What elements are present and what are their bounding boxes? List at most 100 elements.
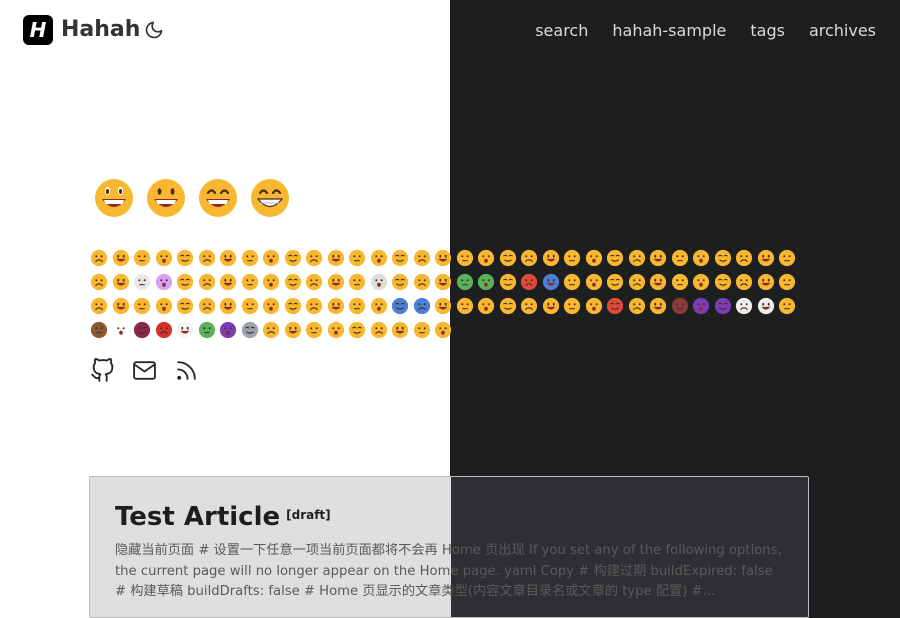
rss-icon[interactable] bbox=[174, 358, 199, 383]
emoji-icon bbox=[778, 249, 796, 267]
emoji-icon bbox=[241, 273, 258, 291]
emoji-icon bbox=[305, 249, 323, 267]
emoji-icon bbox=[735, 249, 753, 267]
nav-hahah-sample[interactable]: hahah-sample bbox=[612, 20, 726, 42]
post-title[interactable]: Test Article [draft] bbox=[115, 501, 331, 533]
emoji-icon bbox=[327, 273, 344, 291]
emoji-icon bbox=[628, 297, 645, 315]
emoji-icon bbox=[391, 321, 409, 339]
emoji-icon bbox=[370, 321, 387, 339]
emoji-icon bbox=[434, 249, 452, 267]
grinning-face-icon bbox=[147, 179, 185, 217]
emoji-icon bbox=[649, 249, 667, 267]
github-icon[interactable] bbox=[90, 358, 115, 383]
emoji-icon bbox=[133, 273, 151, 291]
nav-search[interactable]: search bbox=[535, 20, 588, 42]
emoji-icon bbox=[649, 273, 667, 291]
emoji-icon bbox=[133, 249, 151, 267]
emoji-icon bbox=[155, 273, 172, 291]
emoji-icon bbox=[757, 273, 774, 291]
emoji-icon bbox=[305, 273, 323, 291]
post-title-text: Test Article bbox=[115, 502, 281, 532]
emoji-icon bbox=[370, 273, 387, 291]
emoji-icon bbox=[155, 249, 172, 267]
emoji-icon bbox=[284, 273, 301, 291]
emoji-icon bbox=[348, 273, 366, 291]
emoji-icon bbox=[628, 273, 645, 291]
emoji-row bbox=[90, 249, 796, 268]
emoji-icon bbox=[456, 273, 473, 291]
main-nav: search hahah-sample tags archives bbox=[535, 20, 876, 42]
site-logo[interactable]: H bbox=[23, 15, 53, 45]
emoji-icon bbox=[262, 249, 280, 267]
emoji-icon bbox=[112, 249, 129, 267]
draft-badge: [draft] bbox=[286, 508, 331, 522]
emoji-icon bbox=[219, 297, 237, 315]
emoji-icon bbox=[176, 297, 194, 315]
emoji-icon bbox=[176, 321, 194, 339]
emoji-icon bbox=[671, 249, 688, 267]
post-excerpt: 隐藏当前页面 # 设置一下任意一项当前页面都将不会再 Home 页出现 If y… bbox=[115, 543, 782, 599]
emoji-icon bbox=[520, 273, 538, 291]
emoji-icon bbox=[198, 249, 215, 267]
emoji-grid bbox=[90, 249, 796, 345]
emoji-icon bbox=[391, 297, 409, 315]
emoji-icon bbox=[241, 321, 258, 339]
emoji-icon bbox=[112, 321, 129, 339]
emoji-icon bbox=[735, 297, 753, 315]
emoji-icon bbox=[284, 249, 301, 267]
emoji-icon bbox=[628, 249, 645, 267]
emoji-icon bbox=[606, 273, 624, 291]
emoji-icon bbox=[219, 249, 237, 267]
emoji-icon bbox=[198, 297, 215, 315]
emoji-icon bbox=[434, 321, 452, 339]
emoji-icon bbox=[413, 273, 430, 291]
emoji-icon bbox=[327, 297, 344, 315]
post-card[interactable]: Test Article [draft] 隐藏当前页面 # 设置一下任意一项当前页… bbox=[89, 476, 809, 618]
emoji-icon bbox=[499, 297, 516, 315]
moon-icon[interactable] bbox=[144, 20, 164, 40]
emoji-icon bbox=[585, 297, 602, 315]
emoji-icon bbox=[692, 297, 710, 315]
emoji-icon bbox=[348, 321, 366, 339]
emoji-icon bbox=[90, 321, 108, 339]
emoji-icon bbox=[284, 297, 301, 315]
emoji-icon bbox=[198, 321, 215, 339]
emoji-icon bbox=[563, 273, 581, 291]
emoji-icon bbox=[262, 321, 280, 339]
emoji-icon bbox=[692, 249, 710, 267]
emoji-icon bbox=[606, 249, 624, 267]
beaming-face-icon bbox=[251, 179, 289, 217]
emoji-icon bbox=[757, 249, 774, 267]
emoji-icon bbox=[413, 321, 430, 339]
emoji-icon bbox=[671, 297, 688, 315]
emoji-icon bbox=[90, 273, 108, 291]
emoji-icon bbox=[391, 273, 409, 291]
grinning-face-smiling-eyes-icon bbox=[199, 179, 237, 217]
emoji-icon bbox=[477, 249, 495, 267]
emoji-icon bbox=[778, 297, 796, 315]
emoji-icon bbox=[219, 321, 237, 339]
nav-archives[interactable]: archives bbox=[809, 20, 876, 42]
emoji-icon bbox=[219, 273, 237, 291]
emoji-icon bbox=[348, 297, 366, 315]
emoji-icon bbox=[198, 273, 215, 291]
emoji-icon bbox=[370, 249, 387, 267]
emoji-icon bbox=[262, 273, 280, 291]
emoji-icon bbox=[456, 249, 473, 267]
emoji-icon bbox=[112, 273, 129, 291]
nav-tags[interactable]: tags bbox=[750, 20, 785, 42]
emoji-icon bbox=[585, 249, 602, 267]
emoji-icon bbox=[456, 297, 473, 315]
emoji-icon bbox=[176, 249, 194, 267]
site-title[interactable]: Hahah bbox=[61, 16, 140, 44]
emoji-icon bbox=[606, 297, 624, 315]
email-icon[interactable] bbox=[132, 358, 157, 383]
emoji-icon bbox=[499, 273, 516, 291]
site-header: H Hahah search hahah-sample tags archive… bbox=[0, 0, 900, 62]
emoji-icon bbox=[262, 297, 280, 315]
emoji-icon bbox=[735, 273, 753, 291]
emoji-icon bbox=[477, 273, 495, 291]
emoji-icon bbox=[391, 249, 409, 267]
emoji-icon bbox=[542, 249, 559, 267]
